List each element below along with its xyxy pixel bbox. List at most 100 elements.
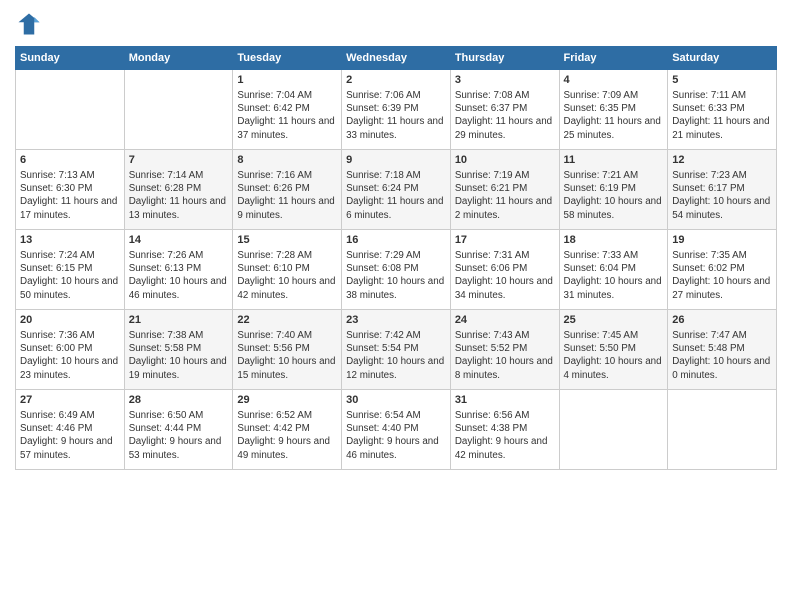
day-of-week-header: Thursday [450, 47, 559, 70]
day-number: 5 [672, 73, 772, 88]
day-number: 15 [237, 233, 337, 248]
calendar-week-row: 13Sunrise: 7:24 AM Sunset: 6:15 PM Dayli… [16, 230, 777, 310]
calendar-day-cell: 11Sunrise: 7:21 AM Sunset: 6:19 PM Dayli… [559, 150, 668, 230]
day-info: Sunrise: 7:40 AM Sunset: 5:56 PM Dayligh… [237, 329, 337, 382]
logo [15, 10, 47, 38]
calendar-day-cell: 12Sunrise: 7:23 AM Sunset: 6:17 PM Dayli… [668, 150, 777, 230]
day-info: Sunrise: 7:42 AM Sunset: 5:54 PM Dayligh… [346, 329, 446, 382]
day-number: 28 [129, 393, 229, 408]
day-of-week-header: Tuesday [233, 47, 342, 70]
day-number: 30 [346, 393, 446, 408]
day-info: Sunrise: 7:14 AM Sunset: 6:28 PM Dayligh… [129, 169, 229, 222]
day-number: 9 [346, 153, 446, 168]
day-number: 7 [129, 153, 229, 168]
day-info: Sunrise: 7:33 AM Sunset: 6:04 PM Dayligh… [564, 249, 664, 302]
calendar-day-cell: 2Sunrise: 7:06 AM Sunset: 6:39 PM Daylig… [342, 70, 451, 150]
day-info: Sunrise: 7:23 AM Sunset: 6:17 PM Dayligh… [672, 169, 772, 222]
day-info: Sunrise: 7:04 AM Sunset: 6:42 PM Dayligh… [237, 89, 337, 142]
day-number: 24 [455, 313, 555, 328]
calendar-day-cell: 5Sunrise: 7:11 AM Sunset: 6:33 PM Daylig… [668, 70, 777, 150]
day-info: Sunrise: 7:45 AM Sunset: 5:50 PM Dayligh… [564, 329, 664, 382]
day-of-week-header: Friday [559, 47, 668, 70]
day-number: 3 [455, 73, 555, 88]
page: SundayMondayTuesdayWednesdayThursdayFrid… [0, 0, 792, 612]
calendar-day-cell: 21Sunrise: 7:38 AM Sunset: 5:58 PM Dayli… [124, 310, 233, 390]
day-number: 23 [346, 313, 446, 328]
calendar-day-cell: 19Sunrise: 7:35 AM Sunset: 6:02 PM Dayli… [668, 230, 777, 310]
day-info: Sunrise: 6:56 AM Sunset: 4:38 PM Dayligh… [455, 409, 555, 462]
calendar-day-cell: 6Sunrise: 7:13 AM Sunset: 6:30 PM Daylig… [16, 150, 125, 230]
day-info: Sunrise: 7:31 AM Sunset: 6:06 PM Dayligh… [455, 249, 555, 302]
day-info: Sunrise: 7:26 AM Sunset: 6:13 PM Dayligh… [129, 249, 229, 302]
day-number: 29 [237, 393, 337, 408]
day-number: 1 [237, 73, 337, 88]
day-info: Sunrise: 6:52 AM Sunset: 4:42 PM Dayligh… [237, 409, 337, 462]
day-info: Sunrise: 7:43 AM Sunset: 5:52 PM Dayligh… [455, 329, 555, 382]
day-number: 31 [455, 393, 555, 408]
calendar-day-cell [559, 390, 668, 470]
header [15, 10, 777, 38]
day-info: Sunrise: 7:38 AM Sunset: 5:58 PM Dayligh… [129, 329, 229, 382]
calendar-day-cell: 29Sunrise: 6:52 AM Sunset: 4:42 PM Dayli… [233, 390, 342, 470]
day-number: 20 [20, 313, 120, 328]
day-info: Sunrise: 7:28 AM Sunset: 6:10 PM Dayligh… [237, 249, 337, 302]
day-info: Sunrise: 7:35 AM Sunset: 6:02 PM Dayligh… [672, 249, 772, 302]
calendar-day-cell: 22Sunrise: 7:40 AM Sunset: 5:56 PM Dayli… [233, 310, 342, 390]
calendar-day-cell: 4Sunrise: 7:09 AM Sunset: 6:35 PM Daylig… [559, 70, 668, 150]
day-info: Sunrise: 7:21 AM Sunset: 6:19 PM Dayligh… [564, 169, 664, 222]
calendar-week-row: 27Sunrise: 6:49 AM Sunset: 4:46 PM Dayli… [16, 390, 777, 470]
calendar-week-row: 1Sunrise: 7:04 AM Sunset: 6:42 PM Daylig… [16, 70, 777, 150]
day-of-week-header: Saturday [668, 47, 777, 70]
logo-icon [15, 10, 43, 38]
day-number: 17 [455, 233, 555, 248]
day-info: Sunrise: 6:49 AM Sunset: 4:46 PM Dayligh… [20, 409, 120, 462]
calendar-day-cell: 24Sunrise: 7:43 AM Sunset: 5:52 PM Dayli… [450, 310, 559, 390]
day-info: Sunrise: 7:09 AM Sunset: 6:35 PM Dayligh… [564, 89, 664, 142]
calendar-day-cell: 31Sunrise: 6:56 AM Sunset: 4:38 PM Dayli… [450, 390, 559, 470]
calendar-day-cell: 15Sunrise: 7:28 AM Sunset: 6:10 PM Dayli… [233, 230, 342, 310]
day-info: Sunrise: 6:54 AM Sunset: 4:40 PM Dayligh… [346, 409, 446, 462]
day-info: Sunrise: 7:47 AM Sunset: 5:48 PM Dayligh… [672, 329, 772, 382]
calendar-day-cell: 10Sunrise: 7:19 AM Sunset: 6:21 PM Dayli… [450, 150, 559, 230]
day-number: 26 [672, 313, 772, 328]
calendar-day-cell: 28Sunrise: 6:50 AM Sunset: 4:44 PM Dayli… [124, 390, 233, 470]
day-info: Sunrise: 7:29 AM Sunset: 6:08 PM Dayligh… [346, 249, 446, 302]
day-number: 13 [20, 233, 120, 248]
day-number: 6 [20, 153, 120, 168]
day-info: Sunrise: 6:50 AM Sunset: 4:44 PM Dayligh… [129, 409, 229, 462]
calendar-day-cell: 25Sunrise: 7:45 AM Sunset: 5:50 PM Dayli… [559, 310, 668, 390]
day-number: 21 [129, 313, 229, 328]
calendar-day-cell: 26Sunrise: 7:47 AM Sunset: 5:48 PM Dayli… [668, 310, 777, 390]
day-number: 2 [346, 73, 446, 88]
calendar-day-cell [16, 70, 125, 150]
calendar-day-cell: 14Sunrise: 7:26 AM Sunset: 6:13 PM Dayli… [124, 230, 233, 310]
day-number: 27 [20, 393, 120, 408]
day-of-week-header: Monday [124, 47, 233, 70]
calendar-day-cell: 8Sunrise: 7:16 AM Sunset: 6:26 PM Daylig… [233, 150, 342, 230]
day-info: Sunrise: 7:19 AM Sunset: 6:21 PM Dayligh… [455, 169, 555, 222]
day-number: 18 [564, 233, 664, 248]
day-number: 14 [129, 233, 229, 248]
calendar-header-row: SundayMondayTuesdayWednesdayThursdayFrid… [16, 47, 777, 70]
day-number: 11 [564, 153, 664, 168]
day-number: 4 [564, 73, 664, 88]
day-info: Sunrise: 7:16 AM Sunset: 6:26 PM Dayligh… [237, 169, 337, 222]
day-number: 8 [237, 153, 337, 168]
calendar-week-row: 6Sunrise: 7:13 AM Sunset: 6:30 PM Daylig… [16, 150, 777, 230]
calendar-day-cell: 17Sunrise: 7:31 AM Sunset: 6:06 PM Dayli… [450, 230, 559, 310]
calendar-table: SundayMondayTuesdayWednesdayThursdayFrid… [15, 46, 777, 470]
calendar-day-cell: 9Sunrise: 7:18 AM Sunset: 6:24 PM Daylig… [342, 150, 451, 230]
day-of-week-header: Wednesday [342, 47, 451, 70]
calendar-day-cell: 7Sunrise: 7:14 AM Sunset: 6:28 PM Daylig… [124, 150, 233, 230]
day-info: Sunrise: 7:13 AM Sunset: 6:30 PM Dayligh… [20, 169, 120, 222]
day-number: 10 [455, 153, 555, 168]
day-number: 16 [346, 233, 446, 248]
calendar-day-cell: 1Sunrise: 7:04 AM Sunset: 6:42 PM Daylig… [233, 70, 342, 150]
day-info: Sunrise: 7:06 AM Sunset: 6:39 PM Dayligh… [346, 89, 446, 142]
day-number: 22 [237, 313, 337, 328]
day-info: Sunrise: 7:11 AM Sunset: 6:33 PM Dayligh… [672, 89, 772, 142]
calendar-day-cell: 27Sunrise: 6:49 AM Sunset: 4:46 PM Dayli… [16, 390, 125, 470]
day-number: 25 [564, 313, 664, 328]
day-info: Sunrise: 7:36 AM Sunset: 6:00 PM Dayligh… [20, 329, 120, 382]
calendar-day-cell: 13Sunrise: 7:24 AM Sunset: 6:15 PM Dayli… [16, 230, 125, 310]
